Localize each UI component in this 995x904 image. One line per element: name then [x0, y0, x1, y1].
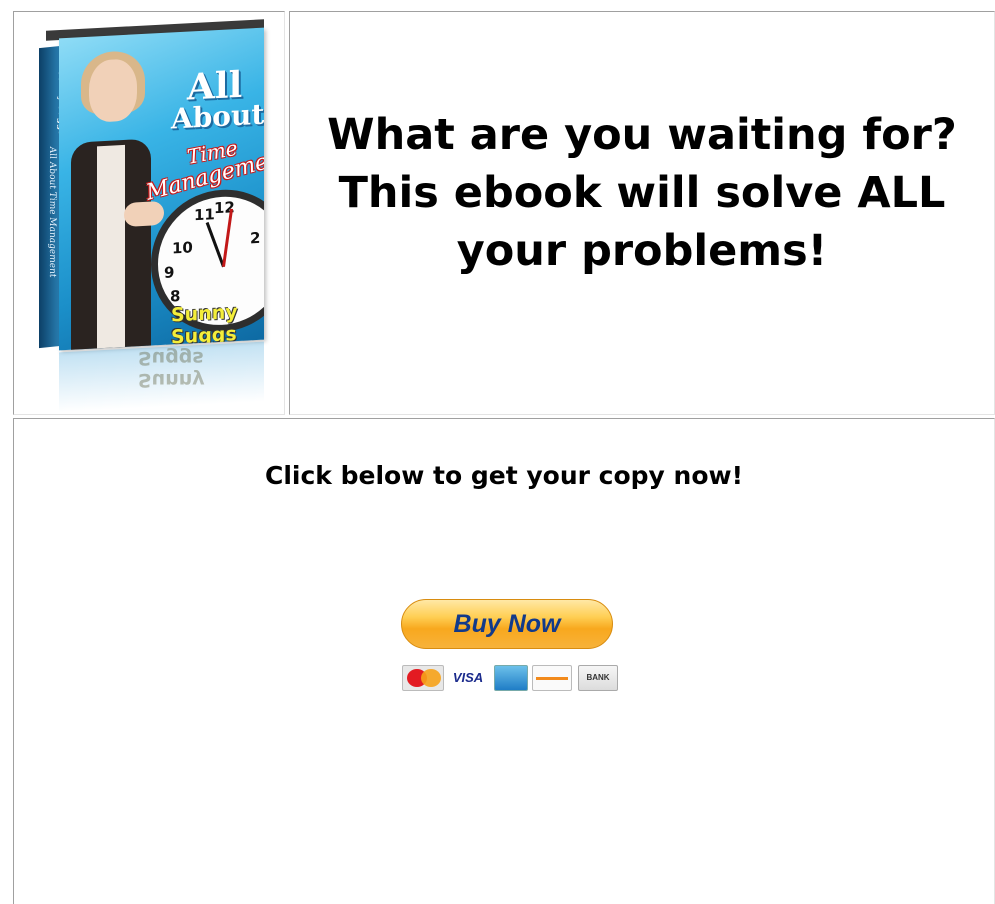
call-to-action: Click below to get your copy now!	[264, 461, 744, 490]
buy-now-button[interactable]: Buy Now	[401, 599, 613, 649]
cover-author: Sunny Suggs	[171, 301, 238, 349]
product-table: Sunny Suggs All About Time Management 12…	[9, 9, 995, 904]
buy-now-label: Buy Now	[453, 609, 561, 638]
ebook-cover-image: Sunny Suggs All About Time Management 12…	[26, 17, 272, 413]
headline-text: What are you waiting for? This ebook wil…	[327, 110, 957, 276]
order-cell: Click below to get your copy now! Buy No…	[13, 418, 995, 904]
discover-icon	[532, 665, 572, 691]
headline-cell: What are you waiting for? This ebook wil…	[289, 11, 995, 415]
mastercard-icon	[402, 665, 444, 691]
book-spine: Sunny Suggs All About Time Management	[39, 45, 66, 349]
amex-icon	[494, 665, 528, 691]
woman-face	[89, 58, 137, 123]
cover-title-about: About	[171, 97, 264, 136]
cover-cell: Sunny Suggs All About Time Management 12…	[13, 11, 285, 415]
cover-author-reflection: Sunny Suggs	[138, 347, 205, 391]
spine-title: All About Time Management	[47, 146, 57, 279]
clock-minute-hand	[222, 208, 234, 267]
bank-icon: BANK	[578, 665, 618, 691]
woman-hand	[124, 200, 164, 227]
visa-icon: VISA	[452, 670, 484, 685]
woman-shirt	[97, 144, 125, 351]
book-front-cover: 12 11 2 10 9 8 All About Time Management…	[59, 27, 264, 351]
payment-methods: VISA BANK	[402, 665, 622, 691]
